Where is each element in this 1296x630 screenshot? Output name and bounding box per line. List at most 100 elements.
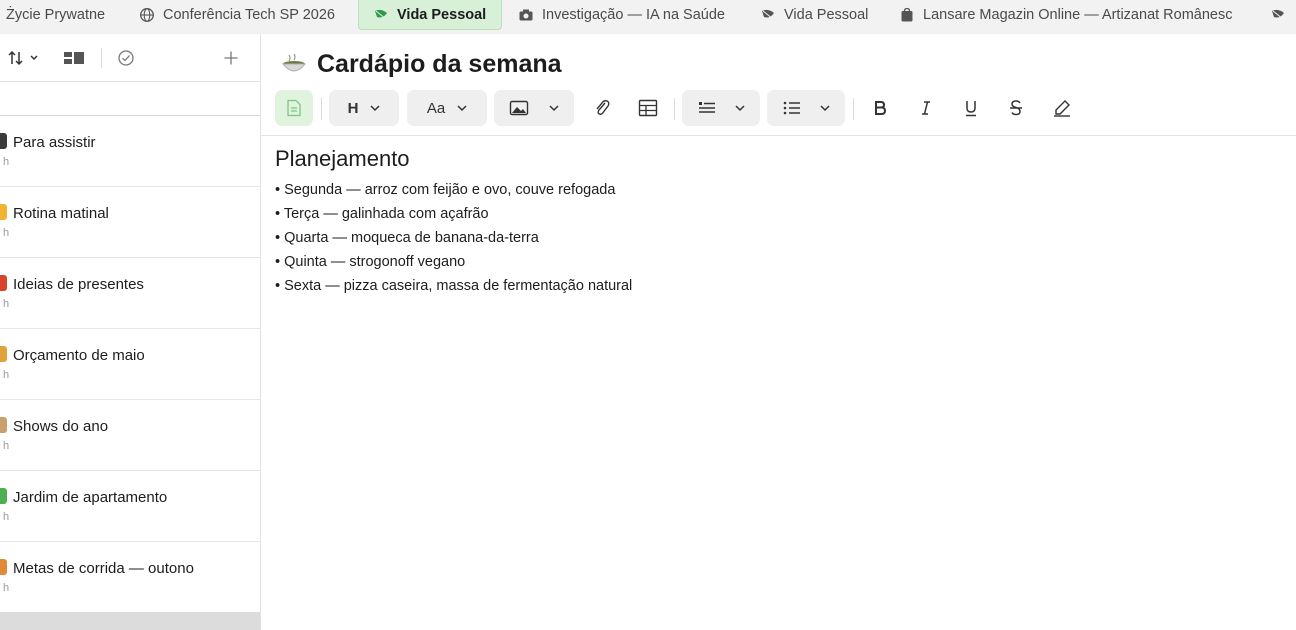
view-toggle-button[interactable]: [60, 46, 88, 70]
tab-label: Vida Pessoal: [784, 7, 869, 23]
note-subtitle: h: [3, 511, 10, 523]
note-emoji-icon: [0, 488, 7, 504]
leaf-icon: [375, 9, 387, 19]
note-title: Jardim de apartamento: [13, 489, 168, 506]
note-title: Ideias de presentes: [13, 276, 144, 293]
list-item-selected[interactable]: [0, 612, 260, 630]
tab-vida-pessoal-active[interactable]: Vida Pessoal: [358, 0, 502, 30]
chevron-down-icon: [370, 105, 380, 112]
heading-label: H: [347, 99, 359, 117]
note-title: Rotina matinal: [13, 205, 109, 222]
italic-icon: [922, 101, 930, 115]
list-item: • Sexta — pizza caseira, massa de fermen…: [275, 278, 633, 294]
tab-vida-pessoal[interactable]: Vida Pessoal: [760, 0, 868, 30]
note-emoji-icon: [0, 346, 7, 362]
tab-lansare-magazin[interactable]: Lansare Magazin Online — Artizanat Român…: [899, 0, 1233, 30]
note-emoji-icon: [0, 417, 7, 433]
table-icon: [638, 99, 658, 117]
bag-icon: [901, 7, 913, 22]
sort-icon: [8, 50, 38, 66]
sidebar-toolbar: [0, 34, 260, 82]
paperclip-icon: [596, 100, 610, 115]
heading-dropdown[interactable]: H: [329, 90, 399, 126]
note-title: Orçamento de maio: [13, 347, 145, 364]
tab-conferencia-tech[interactable]: Conferência Tech SP 2026: [139, 0, 335, 30]
table-button[interactable]: [633, 90, 663, 126]
italic-button[interactable]: [911, 90, 941, 126]
bold-button[interactable]: [865, 90, 895, 126]
note-emoji-icon: [0, 204, 7, 220]
chevron-down-icon: [457, 105, 467, 112]
format-toolbar: H Aa: [261, 86, 1296, 136]
note-title: Metas de corrida — outono: [13, 560, 194, 577]
list-item[interactable]: Jardim de apartamento h: [0, 471, 260, 542]
note-title: Para assistir: [13, 134, 96, 151]
tab-label: Życie Prywatne: [6, 7, 106, 23]
note-subtitle: h: [3, 582, 10, 594]
font-dropdown[interactable]: Aa: [407, 90, 487, 126]
document-button[interactable]: [275, 90, 313, 126]
note-list: Para assistir h Rotina matinal h Ideias …: [0, 116, 260, 613]
check-button[interactable]: [113, 46, 139, 70]
note-body[interactable]: Planejamento • Segunda — arroz com feijã…: [275, 146, 632, 298]
list-item: • Segunda — arroz com feijão e ovo, couv…: [275, 182, 616, 198]
list-item[interactable]: Para assistir h: [0, 116, 260, 187]
strikethrough-icon: [1010, 100, 1022, 116]
page-title[interactable]: Cardápio da semana: [317, 50, 562, 79]
globe-icon: [140, 8, 154, 22]
bullet-list-icon: [783, 101, 800, 115]
chevron-down-icon: [820, 105, 830, 112]
chevron-down-icon: [549, 105, 559, 112]
content-heading: Planejamento: [275, 146, 410, 171]
tab-zycie-prywatne[interactable]: Życie Prywatne: [6, 0, 105, 30]
note-emoji-icon: [0, 559, 7, 575]
chevron-down-icon: [735, 105, 745, 112]
list-item[interactable]: Shows do ano h: [0, 400, 260, 471]
add-note-button[interactable]: [218, 46, 244, 70]
sidebar-search-area: [0, 83, 260, 116]
note-subtitle: h: [3, 227, 10, 239]
check-circle-icon: [118, 50, 134, 66]
tab-overflow[interactable]: [1270, 0, 1294, 30]
note-subtitle: h: [3, 156, 10, 168]
toolbar-divider: [853, 98, 854, 120]
attach-button[interactable]: [587, 90, 617, 126]
tab-bar: Życie Prywatne Conferência Tech SP 2026 …: [0, 0, 1296, 34]
note-header: Cardápio da semana: [281, 48, 562, 80]
tab-label: Lansare Magazin Online — Artizanat Român…: [923, 7, 1233, 23]
tab-label: Vida Pessoal: [397, 6, 487, 23]
leaf-icon: [762, 9, 774, 20]
document-icon: [287, 99, 301, 117]
strikethrough-button[interactable]: [1001, 90, 1031, 126]
note-subtitle: h: [3, 369, 10, 381]
list-item[interactable]: Ideias de presentes h: [0, 258, 260, 329]
highlight-button[interactable]: [1047, 90, 1077, 126]
checklist-dropdown[interactable]: [682, 90, 760, 126]
toolbar-divider: [321, 98, 322, 120]
list-item: • Quinta — strogonoff vegano: [275, 254, 466, 270]
note-title: Shows do ano: [13, 418, 109, 435]
camera-icon: [519, 9, 533, 21]
list-dropdown[interactable]: [767, 90, 845, 126]
note-list-sidebar: Para assistir h Rotina matinal h Ideias …: [0, 34, 261, 630]
list-item[interactable]: Metas de corrida — outono h: [0, 542, 260, 613]
plus-icon: [224, 51, 238, 65]
sort-button[interactable]: [6, 46, 42, 70]
note-subtitle: h: [3, 298, 10, 310]
note-editor: Cardápio da semana H Aa Planejamento • S…: [261, 34, 1296, 630]
underline-button[interactable]: [956, 90, 986, 126]
tab-investigacao[interactable]: Investigação — IA na Saúde: [518, 0, 725, 30]
note-emoji-icon: [0, 133, 7, 149]
bowl-icon: [281, 53, 307, 72]
checklist-icon: [699, 102, 715, 113]
list-item: • Terça — galinhada com açafrão: [275, 206, 489, 222]
list-item[interactable]: Orçamento de maio h: [0, 329, 260, 400]
note-subtitle: h: [3, 440, 10, 452]
image-dropdown[interactable]: [494, 90, 574, 126]
note-emoji-icon: [0, 275, 7, 291]
tab-label: Investigação — IA na Saúde: [542, 7, 725, 23]
highlighter-icon: [1054, 100, 1070, 117]
list-item: • Quarta — moqueca de banana-da-terra: [275, 230, 539, 246]
bold-icon: [875, 101, 887, 115]
list-item[interactable]: Rotina matinal h: [0, 187, 260, 258]
